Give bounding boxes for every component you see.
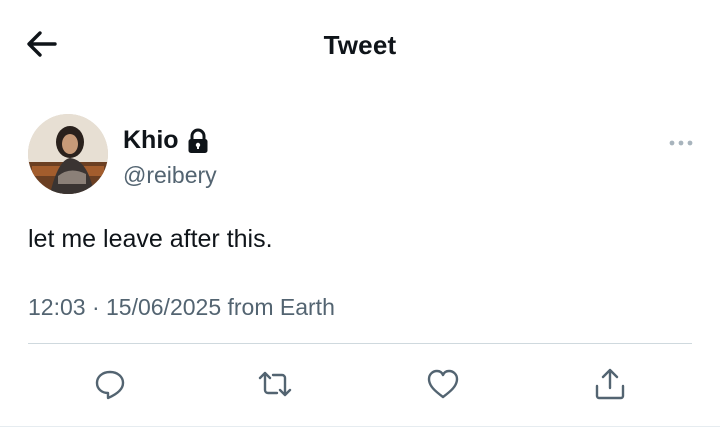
retweet-button[interactable] <box>257 366 293 402</box>
top-bar: Tweet <box>0 0 720 90</box>
reply-icon <box>95 370 125 400</box>
tweet-text: let me leave after this. <box>28 225 273 253</box>
user-handle[interactable]: @reibery <box>123 162 217 189</box>
avatar-image <box>28 114 108 194</box>
author-name-row: Khio <box>123 126 209 155</box>
display-name[interactable]: Khio <box>123 126 179 155</box>
more-options-button[interactable] <box>666 133 696 153</box>
like-button[interactable] <box>425 366 461 402</box>
retweet-icon <box>258 371 292 397</box>
reply-button[interactable] <box>92 366 128 402</box>
bottom-divider <box>0 426 720 427</box>
share-icon <box>595 368 625 400</box>
like-icon <box>427 369 459 399</box>
page-title: Tweet <box>323 30 397 60</box>
divider <box>28 343 692 344</box>
ellipsis-icon <box>669 140 693 146</box>
share-button[interactable] <box>592 366 628 402</box>
tweet-meta: 12:03 · 15/06/2025 from Earth <box>28 294 335 320</box>
lock-icon <box>188 128 208 153</box>
avatar[interactable] <box>28 114 108 194</box>
